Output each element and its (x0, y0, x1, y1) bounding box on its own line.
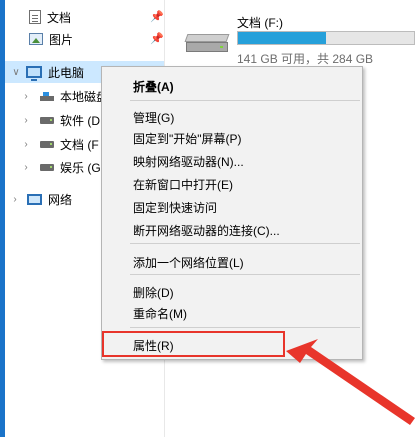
chevron-right-icon[interactable]: › (20, 91, 32, 102)
nav-item-label: 软件 (D (60, 113, 100, 128)
chevron-down-icon[interactable]: ∨ (10, 67, 22, 78)
drive-free-space: 141 GB 可用，共 284 GB (237, 52, 374, 66)
menu-item-pin-to-quick-access[interactable]: 固定到快速访问 (102, 197, 362, 219)
chevron-right-icon[interactable]: › (20, 139, 32, 150)
document-icon (29, 10, 41, 24)
nav-item-label: 文档 (F (60, 137, 99, 152)
drive-icon (40, 163, 54, 171)
pin-icon[interactable]: 📌 (150, 32, 164, 45)
menu-item-disconnect-network-drive[interactable]: 断开网络驱动器的连接(C)... (102, 220, 362, 242)
nav-item-label: 娱乐 (G (60, 160, 101, 175)
network-icon (27, 193, 42, 205)
nav-item-label: 图片 (49, 32, 74, 47)
menu-item-delete[interactable]: 删除(D) (102, 282, 362, 304)
drive-usage-fill (238, 32, 326, 44)
drive-icon (40, 116, 54, 124)
picture-icon (29, 33, 43, 45)
chevron-right-icon[interactable]: › (20, 162, 32, 173)
drive-label[interactable]: 文档 (F:) (237, 14, 283, 31)
pin-icon[interactable]: 📌 (150, 10, 164, 23)
nav-item-label: 文档 (47, 10, 72, 25)
nav-item-label: 网络 (48, 192, 73, 207)
drive-icon (40, 140, 54, 148)
highlight-box (102, 331, 285, 357)
menu-item-pin-to-start[interactable]: 固定到"开始"屏幕(P) (102, 128, 362, 150)
chevron-right-icon[interactable]: › (20, 115, 32, 126)
menu-separator (130, 243, 360, 244)
menu-separator (130, 327, 360, 328)
menu-item-add-network-location[interactable]: 添加一个网络位置(L) (102, 252, 362, 274)
menu-item-map-network-drive[interactable]: 映射网络驱动器(N)... (102, 151, 362, 173)
chevron-right-icon[interactable]: › (9, 194, 21, 205)
menu-separator (130, 100, 360, 101)
nav-item-documents[interactable]: 文档 (17, 6, 162, 28)
this-pc-icon (26, 66, 42, 81)
menu-separator (130, 274, 360, 275)
drive-usage-bar (237, 31, 415, 45)
menu-item-manage[interactable]: 管理(G) (102, 107, 362, 129)
windows-drive-icon (40, 91, 54, 101)
context-menu: 折叠(A) 管理(G) 固定到"开始"屏幕(P) 映射网络驱动器(N)... 在新窗口中… (101, 66, 363, 360)
menu-item-rename[interactable]: 重命名(M) (102, 303, 362, 325)
menu-item-collapse[interactable]: 折叠(A) (102, 76, 362, 98)
hard-drive-icon[interactable] (184, 34, 230, 54)
menu-item-open-in-new-window[interactable]: 在新窗口中打开(E) (102, 174, 362, 196)
nav-item-pictures[interactable]: 图片 (17, 28, 162, 50)
nav-item-label: 此电脑 (48, 65, 85, 80)
